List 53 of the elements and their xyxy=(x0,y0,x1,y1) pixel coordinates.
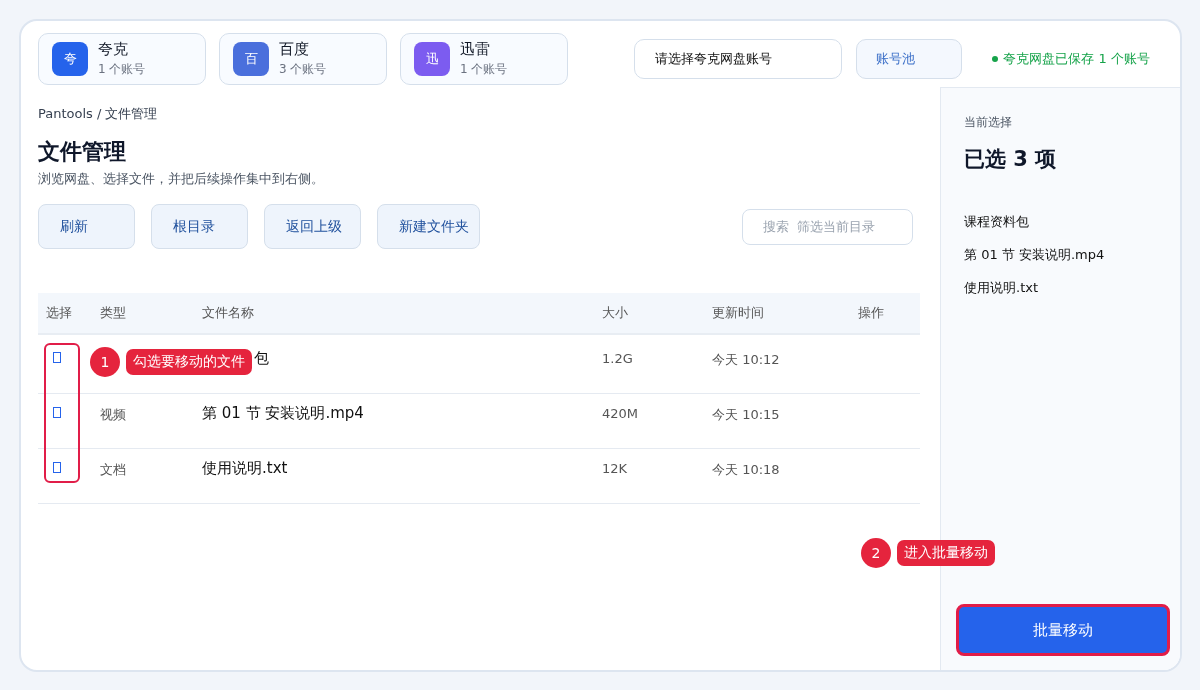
step-number: 2 xyxy=(861,538,891,568)
account-select[interactable]: 请选择夸克网盘账号 xyxy=(634,38,843,79)
checkbox[interactable] xyxy=(53,462,61,473)
account-count: 1 个账号 xyxy=(460,60,508,78)
table-cell: 第 01 节 安装说明.mp4 xyxy=(202,404,364,423)
account-count: 1 个账号 xyxy=(98,60,146,78)
table-cell: 12K xyxy=(602,461,628,476)
toolbar-button[interactable]: 根目录 xyxy=(151,204,248,249)
table-cell: 视频 xyxy=(100,407,126,422)
search-field[interactable]: 搜索 筛选当前目录 xyxy=(742,208,913,245)
provider-card[interactable]: 夸 夸克 1 个账号 xyxy=(38,32,206,85)
step-number: 1 xyxy=(90,347,120,377)
panel-label: 当前选择 xyxy=(964,114,1013,131)
table-cell: 包 xyxy=(254,349,269,368)
toolbar-button[interactable]: 返回上级 xyxy=(264,204,361,249)
toolbar-button[interactable]: 刷新 xyxy=(38,204,135,249)
toolbar-button[interactable]: 新建文件夹 xyxy=(377,204,480,249)
selected-item: 课程资料包 xyxy=(964,213,1030,231)
selection-count: 已选 3 项 xyxy=(964,146,1058,173)
table-cell: 文档 xyxy=(100,462,126,477)
column-header: 类型 xyxy=(100,304,127,322)
column-header: 操作 xyxy=(858,304,885,322)
table-cell: 今天 10:12 xyxy=(712,352,780,367)
provider-name: 迅雷 xyxy=(460,39,491,59)
table-cell: 1.2G xyxy=(602,351,633,366)
provider-badge: 迅 xyxy=(414,41,450,76)
table-cell: 今天 10:18 xyxy=(712,462,780,477)
provider-name: 夸克 xyxy=(98,39,129,59)
column-header: 文件名称 xyxy=(202,304,255,322)
column-header: 更新时间 xyxy=(712,304,765,322)
provider-card[interactable]: 百 百度 3 个账号 xyxy=(219,32,387,85)
callout-label: 勾选要移动的文件 xyxy=(126,349,252,375)
page-subtitle: 浏览网盘、选择文件，并把后续操作集中到右侧。 xyxy=(38,170,325,188)
account-count: 3 个账号 xyxy=(279,60,327,78)
breadcrumb: Pantools / 文件管理 xyxy=(38,105,159,123)
provider-card[interactable]: 迅 迅雷 1 个账号 xyxy=(400,32,568,85)
checkbox[interactable] xyxy=(53,407,61,418)
provider-badge: 夸 xyxy=(52,41,88,76)
table-cell: 使用说明.txt xyxy=(202,459,288,478)
batch-move-button[interactable]: 批量移动 xyxy=(956,604,1170,656)
selected-item: 使用说明.txt xyxy=(964,279,1040,297)
checkbox[interactable] xyxy=(53,352,61,363)
column-header: 大小 xyxy=(602,304,629,322)
status-text: 夸克网盘已保存 1 个账号 xyxy=(1003,49,1150,68)
callout-label: 进入批量移动 xyxy=(897,540,995,566)
account-pool-button[interactable]: 账号池 xyxy=(856,38,963,79)
table-cell: 今天 10:15 xyxy=(712,407,780,422)
column-header: 选择 xyxy=(45,304,73,322)
selected-item: 第 01 节 安装说明.mp4 xyxy=(964,246,1106,264)
table-cell: 420M xyxy=(602,406,639,421)
page-title: 文件管理 xyxy=(38,138,127,166)
provider-name: 百度 xyxy=(279,39,310,59)
provider-badge: 百 xyxy=(233,41,269,76)
